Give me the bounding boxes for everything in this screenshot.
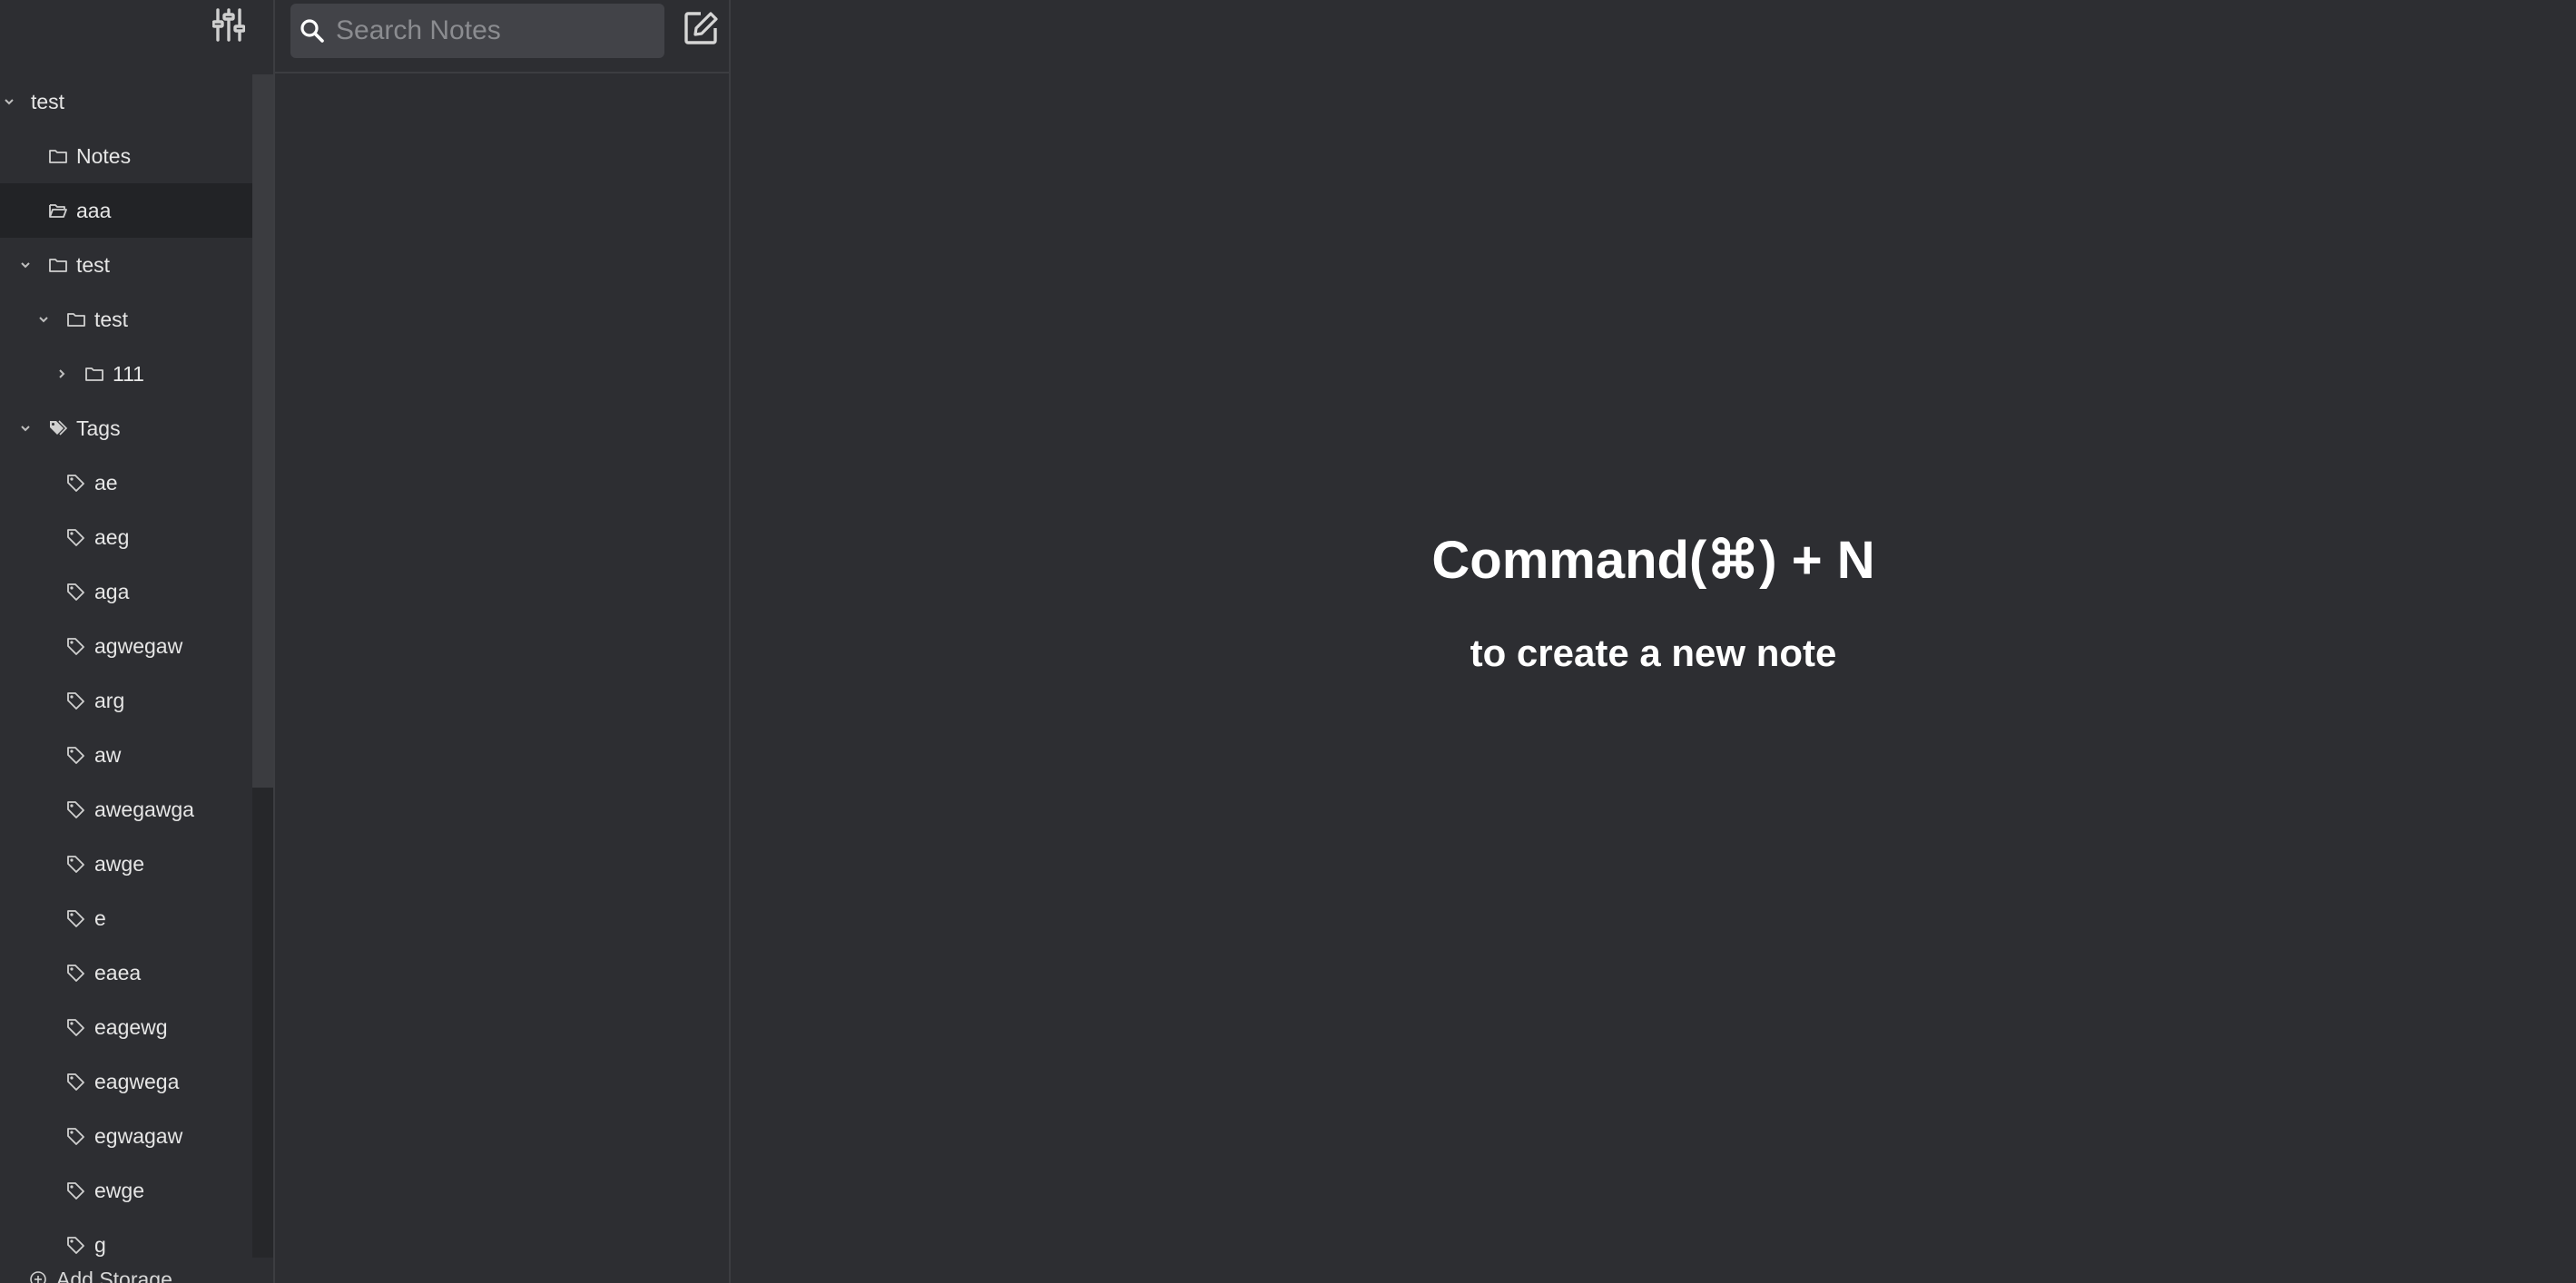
tag-label: eagwega xyxy=(94,1070,180,1093)
tag-item[interactable]: aeg xyxy=(0,510,252,564)
note-list-header-divider xyxy=(275,72,729,73)
search-bar[interactable] xyxy=(290,4,664,58)
chevron-down-icon[interactable] xyxy=(0,93,18,111)
empty-state: Command(⌘) + N to create a new note xyxy=(731,0,2576,1283)
app-window: test Notes aaa test test 111 Tags ae aeg… xyxy=(0,0,2576,1283)
chevron-down-icon[interactable] xyxy=(34,310,53,328)
tag-icon xyxy=(65,744,87,766)
plus-circle-icon xyxy=(30,1271,46,1283)
storage-label: test xyxy=(31,90,65,113)
folder-item-notes[interactable]: Notes xyxy=(0,129,252,183)
tag-item[interactable]: arg xyxy=(0,673,252,728)
tag-icon xyxy=(65,472,87,494)
tag-label: e xyxy=(94,906,106,930)
tag-icon xyxy=(65,1125,87,1147)
chevron-right-icon[interactable] xyxy=(53,365,71,383)
tag-icon xyxy=(65,907,87,929)
tag-label: egwagaw xyxy=(94,1124,183,1148)
tag-icon xyxy=(65,798,87,820)
tag-label: eaea xyxy=(94,961,142,984)
sidebar: test Notes aaa test test 111 Tags ae aeg… xyxy=(0,0,273,1283)
search-input[interactable] xyxy=(334,15,637,47)
tag-icon xyxy=(65,690,87,711)
tag-item[interactable]: ewge xyxy=(0,1163,252,1218)
folder-label: 111 xyxy=(113,362,144,386)
search-icon xyxy=(285,4,339,58)
tag-label: aeg xyxy=(94,525,130,549)
editor-area: Command(⌘) + N to create a new note xyxy=(731,0,2576,1283)
tag-icon xyxy=(65,526,87,548)
tag-item[interactable]: ae xyxy=(0,455,252,510)
folder-open-icon xyxy=(47,200,69,221)
tag-icon xyxy=(65,853,87,875)
add-storage-button[interactable]: Add Storage xyxy=(29,1261,172,1283)
folder-label: test xyxy=(76,253,111,277)
tag-item[interactable]: eaea xyxy=(0,945,252,1000)
tag-label: aw xyxy=(94,743,122,767)
tags-section[interactable]: Tags xyxy=(0,401,252,455)
tag-item[interactable]: aw xyxy=(0,728,252,782)
folder-item-aaa[interactable]: aaa xyxy=(0,183,252,238)
folder-icon xyxy=(84,363,105,385)
tags-label: Tags xyxy=(76,416,121,440)
tag-label: ewge xyxy=(94,1179,144,1202)
sliders-icon xyxy=(212,8,245,42)
tag-label: aga xyxy=(94,580,130,603)
compose-icon xyxy=(684,12,718,44)
settings-button[interactable] xyxy=(207,4,251,45)
tag-item[interactable]: eagwega xyxy=(0,1054,252,1109)
tag-item[interactable]: awge xyxy=(0,837,252,891)
tag-icon xyxy=(65,581,87,602)
note-list-panel xyxy=(275,0,729,1283)
tags-icon xyxy=(47,417,69,439)
add-storage-label: Add Storage xyxy=(56,1267,172,1283)
tag-icon xyxy=(65,1180,87,1201)
folder-label: Notes xyxy=(76,144,132,168)
tag-item[interactable]: eagewg xyxy=(0,1000,252,1054)
tag-label: agwegaw xyxy=(94,634,183,658)
folder-label: test xyxy=(94,308,129,331)
chevron-down-icon[interactable] xyxy=(16,419,34,437)
new-note-button[interactable] xyxy=(678,5,723,51)
tag-icon xyxy=(65,635,87,657)
tag-list: ae aeg aga agwegaw arg aw awegawga awge e eaea eag… xyxy=(0,455,252,1272)
tag-icon xyxy=(65,1071,87,1092)
tag-label: ae xyxy=(94,471,118,495)
sidebar-header xyxy=(0,0,252,49)
tag-label: awge xyxy=(94,852,144,876)
empty-state-hint: to create a new note xyxy=(1470,632,1837,674)
tag-item[interactable]: aga xyxy=(0,564,252,619)
empty-state-shortcut: Command(⌘) + N xyxy=(1431,531,1875,590)
folder-item-test[interactable]: test xyxy=(0,238,252,292)
storage-item-test[interactable]: test xyxy=(0,74,252,129)
folder-item-111[interactable]: 111 xyxy=(0,347,252,401)
tag-label: eagewg xyxy=(94,1015,168,1039)
tag-item[interactable]: e xyxy=(0,891,252,945)
storage-tree: test Notes aaa test test 111 Tags ae aeg… xyxy=(0,74,252,1272)
folder-item-test-sub[interactable]: test xyxy=(0,292,252,347)
tag-icon xyxy=(65,962,87,984)
tag-icon xyxy=(65,1016,87,1038)
tag-label: arg xyxy=(94,689,125,712)
folder-label: aaa xyxy=(76,199,112,222)
tag-label: awegawga xyxy=(94,798,194,821)
sidebar-scrollbar-thumb[interactable] xyxy=(252,74,273,788)
folder-icon xyxy=(65,309,87,330)
tag-icon xyxy=(65,1234,87,1256)
chevron-down-icon[interactable] xyxy=(16,256,34,274)
folder-icon xyxy=(47,254,69,276)
tag-item[interactable]: egwagaw xyxy=(0,1109,252,1163)
tag-item[interactable]: awegawga xyxy=(0,782,252,837)
tag-item[interactable]: agwegaw xyxy=(0,619,252,673)
folder-icon xyxy=(47,145,69,167)
